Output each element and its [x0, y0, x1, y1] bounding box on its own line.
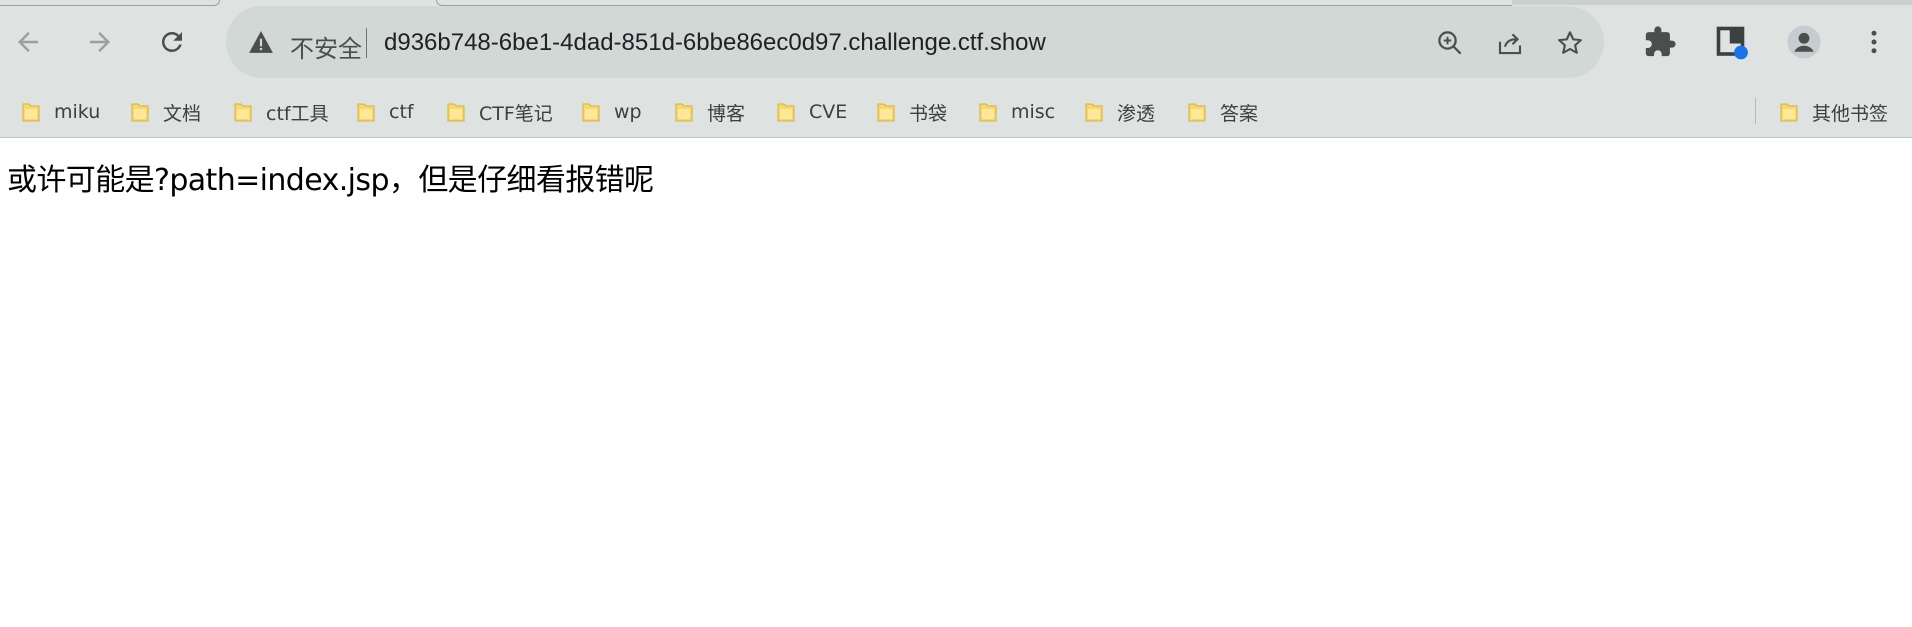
folder-icon [131, 103, 149, 122]
puzzle-icon [1645, 26, 1676, 57]
bookmark-label: 渗透 [1117, 102, 1156, 125]
browser-window: 不安全 d936b748-6be1-4dad-851d-6bbe86ec0d97… [0, 0, 1912, 627]
folder-icon [877, 103, 895, 122]
extension-app-button[interactable] [1710, 20, 1754, 64]
arrow-left-icon [18, 32, 38, 52]
other-bookmarks-label: 其他书签 [1812, 102, 1889, 125]
tab-edge-left[interactable] [0, 0, 220, 6]
bookmark-folder[interactable]: 答案 [1188, 96, 1258, 128]
folder-icon [357, 103, 375, 122]
bookmark-label: 书袋 [909, 102, 948, 125]
back-button[interactable] [4, 18, 52, 66]
share-icon [1498, 33, 1522, 55]
bookmark-folder[interactable]: 文档 [131, 96, 201, 128]
folder-icon [1780, 103, 1798, 122]
bookmark-label: CVE [809, 101, 848, 123]
folder-icon [1188, 103, 1206, 122]
reload-button[interactable] [148, 18, 196, 66]
bookmark-folder[interactable]: ctf [357, 96, 414, 128]
folder-icon [1085, 103, 1103, 122]
bookmark-folder[interactable]: ctf工具 [234, 96, 329, 128]
arrow-right-icon [90, 32, 110, 52]
bookmark-label: ctf [389, 101, 414, 123]
kebab-menu-icon [1871, 30, 1877, 54]
browser-toolbar: 不安全 d936b748-6be1-4dad-851d-6bbe86ec0d97… [0, 0, 1912, 84]
address-bar[interactable]: 不安全 d936b748-6be1-4dad-851d-6bbe86ec0d97… [226, 6, 1604, 78]
bookmarks-divider [1755, 98, 1756, 124]
bookmark-folder[interactable]: CVE [777, 96, 847, 128]
zoom-button[interactable] [1432, 25, 1468, 61]
menu-button[interactable] [1852, 20, 1896, 64]
warning-triangle-icon[interactable] [248, 30, 274, 54]
bookmark-label: ctf工具 [266, 102, 329, 125]
bookmark-label: 博客 [707, 102, 746, 125]
star-icon [1558, 31, 1582, 54]
security-status-label[interactable]: 不安全 [290, 29, 362, 64]
forward-button[interactable] [76, 18, 124, 66]
bookmark-folder[interactable]: wp [582, 96, 642, 128]
bookmark-label: 答案 [1220, 102, 1259, 125]
bookmarks-bar: miku 文档 ctf工具 ctf CTF笔记 wp 博客 CVE 书袋 mis… [0, 84, 1912, 138]
folder-icon [234, 103, 252, 122]
bookmark-label: CTF笔记 [479, 102, 553, 125]
bookmark-folder[interactable]: 渗透 [1085, 96, 1155, 128]
folder-icon [582, 103, 600, 122]
bookmark-folder[interactable]: 博客 [675, 96, 745, 128]
folder-icon [675, 103, 693, 122]
extensions-button[interactable] [1638, 20, 1682, 64]
other-bookmarks-folder[interactable]: 其他书签 [1780, 96, 1888, 128]
bookmark-label: misc [1011, 101, 1056, 123]
bookmark-label: wp [614, 101, 642, 123]
reload-icon [161, 31, 182, 52]
folder-icon [22, 103, 40, 122]
url-text[interactable]: d936b748-6be1-4dad-851d-6bbe86ec0d97.cha… [384, 29, 1046, 57]
folder-icon [777, 103, 795, 122]
bookmark-folder[interactable]: 书袋 [877, 96, 947, 128]
folder-icon [979, 103, 997, 122]
page-content: 或许可能是?path=index.jsp，但是仔细看报错呢 [0, 139, 1912, 627]
tab-active-strip[interactable] [1512, 0, 1912, 5]
zoom-in-icon [1438, 31, 1462, 55]
profile-avatar-icon [1787, 25, 1821, 59]
folder-icon [447, 103, 465, 122]
bookmark-label: miku [54, 101, 101, 123]
bookmark-folder[interactable]: miku [22, 96, 100, 128]
bookmark-folder[interactable]: CTF笔记 [447, 96, 553, 128]
address-separator [366, 28, 367, 58]
bookmark-label: 文档 [163, 102, 202, 125]
bookmark-folder[interactable]: misc [979, 96, 1055, 128]
bookmark-star-button[interactable] [1552, 25, 1588, 61]
page-message: 或许可能是?path=index.jsp，但是仔细看报错呢 [7, 163, 654, 198]
share-button[interactable] [1492, 25, 1528, 61]
extension-badge-icon [1716, 26, 1748, 60]
profile-button[interactable] [1782, 20, 1826, 64]
